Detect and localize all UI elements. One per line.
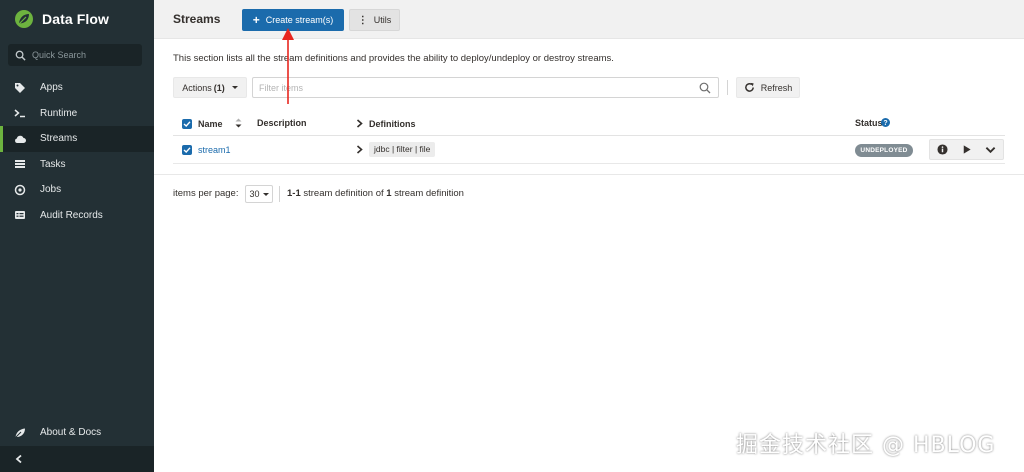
table-header: Name Description Definitions Status ?	[173, 111, 1005, 136]
pagination-summary: 1-1 stream definition of 1 stream defini…	[287, 188, 464, 199]
actions-count: (1)	[213, 82, 225, 93]
plus-icon: +	[252, 13, 260, 27]
brand[interactable]: Data Flow	[14, 9, 109, 29]
utils-label: Utils	[373, 15, 392, 25]
actions-label: Actions	[182, 82, 212, 93]
deploy-button[interactable]	[954, 140, 978, 159]
sidebar-item-label: Tasks	[40, 158, 66, 170]
play-icon	[963, 145, 971, 154]
section-divider	[154, 174, 1024, 175]
page-description: This section lists all the stream defini…	[173, 53, 614, 64]
pagination-mid: stream definition of	[303, 188, 384, 199]
info-icon	[937, 144, 948, 155]
page-title: Streams	[173, 12, 221, 26]
streams-table: Name Description Definitions Status ? st…	[173, 111, 1005, 164]
toolbar-divider	[727, 80, 728, 95]
column-header-description: Description	[257, 118, 307, 128]
column-header-definitions: Definitions	[369, 119, 416, 129]
caret-down-icon	[231, 86, 238, 89]
refresh-label: Refresh	[760, 82, 793, 93]
pagination-range: 1-1	[287, 188, 301, 199]
sidebar: Data Flow Apps Runtime Streams	[0, 0, 154, 472]
chevron-down-icon	[986, 147, 996, 154]
sidebar-item-apps[interactable]: Apps	[0, 75, 154, 101]
refresh-icon	[744, 82, 754, 92]
check-icon	[183, 147, 191, 153]
annotation-arrow-icon	[282, 28, 294, 104]
chevron-right-icon[interactable]	[356, 119, 363, 130]
caret-down-icon	[262, 192, 269, 196]
search-icon	[15, 50, 26, 61]
filter-input[interactable]	[253, 82, 699, 93]
pagination-total: 1	[386, 188, 392, 199]
column-header-status: Status	[855, 118, 883, 128]
actions-dropdown[interactable]: Actions (1)	[173, 77, 247, 98]
audit-icon	[14, 209, 26, 221]
search-icon[interactable]	[699, 82, 711, 94]
tags-icon	[14, 82, 26, 94]
help-icon[interactable]: ?	[881, 118, 890, 129]
watermark: 掘金技术社区 @ HBLOG	[736, 433, 996, 458]
about-docs-link[interactable]: About & Docs	[0, 420, 154, 445]
row-actions	[929, 139, 1004, 160]
sidebar-nav: Apps Runtime Streams Tasks Jobs Audit Re…	[0, 75, 154, 228]
check-icon	[183, 121, 191, 127]
refresh-button[interactable]: Refresh	[736, 77, 800, 98]
cloud-icon	[14, 133, 26, 145]
terminal-icon	[14, 107, 26, 119]
stream-name-link[interactable]: stream1	[198, 145, 231, 155]
stream-definition: jdbc | filter | file	[369, 142, 436, 157]
pagination-suffix: stream definition	[394, 188, 464, 199]
quick-search-input[interactable]	[32, 50, 132, 60]
tasks-icon	[14, 158, 26, 170]
sidebar-item-streams[interactable]: Streams	[0, 126, 154, 152]
leaf-icon	[14, 427, 26, 439]
sidebar-item-jobs[interactable]: Jobs	[0, 177, 154, 203]
sidebar-item-label: Runtime	[40, 107, 78, 119]
sidebar-item-tasks[interactable]: Tasks	[0, 152, 154, 178]
filter-box	[252, 77, 719, 98]
create-stream-label: Create stream(s)	[265, 15, 334, 25]
pagination-divider	[279, 186, 280, 202]
status-badge: UNDEPLOYED	[855, 144, 913, 157]
sort-icon[interactable]	[235, 118, 242, 130]
items-per-page-label: items per page:	[173, 188, 239, 199]
sidebar-item-label: Streams	[40, 133, 78, 145]
more-actions-button[interactable]	[979, 140, 1003, 159]
spring-leaf-icon	[14, 9, 34, 29]
sidebar-item-runtime[interactable]: Runtime	[0, 101, 154, 127]
sidebar-item-label: Jobs	[40, 184, 62, 196]
jobs-icon	[14, 184, 26, 196]
quick-search[interactable]	[8, 44, 142, 66]
sidebar-item-label: Audit Records	[40, 209, 103, 221]
items-per-page-select[interactable]: 30	[245, 185, 273, 203]
chevron-left-icon	[15, 454, 22, 464]
sidebar-item-audit-records[interactable]: Audit Records	[0, 203, 154, 229]
sidebar-collapse-button[interactable]	[0, 446, 154, 472]
brand-title: Data Flow	[42, 11, 110, 27]
column-header-name[interactable]: Name	[198, 119, 223, 129]
items-per-page-value: 30	[249, 189, 260, 199]
table-row: stream1 jdbc | filter | file UNDEPLOYED	[173, 136, 1005, 164]
svg-text:?: ?	[883, 120, 887, 127]
sidebar-item-label: Apps	[40, 82, 63, 94]
utils-button[interactable]: ⋮ Utils	[349, 9, 400, 31]
row-checkbox[interactable]	[182, 145, 192, 155]
about-docs-label: About & Docs	[40, 427, 102, 438]
select-all-checkbox[interactable]	[182, 119, 192, 129]
expand-definition-icon[interactable]	[356, 145, 363, 156]
ellipsis-vertical-icon: ⋮	[357, 14, 368, 26]
details-button[interactable]	[930, 140, 954, 159]
